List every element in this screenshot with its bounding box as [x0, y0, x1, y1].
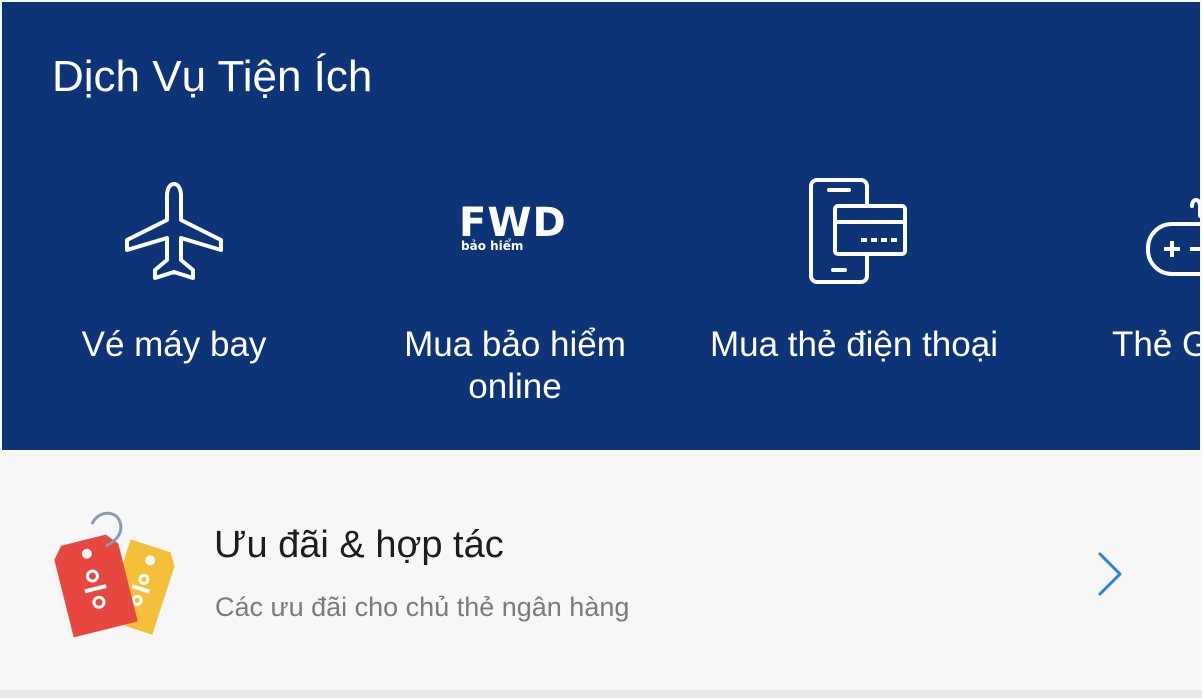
service-label-insurance: Mua bảo hiểm online — [404, 325, 626, 406]
promotions-row[interactable]: Ưu đãi & hợp tác Các ưu đãi cho chủ thẻ … — [2, 450, 1200, 690]
app-screen: Dịch Vụ Tiện Ích Vé máy bay FWD bảo hiểm… — [0, 0, 1202, 698]
service-phone-topup-card[interactable]: Mua thẻ điện thoại — [704, 172, 1004, 432]
service-online-insurance[interactable]: FWD bảo hiểm Mua bảo hiểm online — [365, 172, 665, 432]
phone-card-icon — [704, 172, 1004, 290]
chevron-right-icon[interactable] — [1094, 548, 1124, 600]
service-label-flight: Vé máy bay — [81, 325, 267, 364]
service-flight-tickets[interactable]: Vé máy bay — [24, 172, 324, 432]
services-panel: Dịch Vụ Tiện Ích Vé máy bay FWD bảo hiểm… — [2, 2, 1200, 450]
discount-tags-icon — [54, 508, 184, 640]
service-label-game-card: Thẻ G — [1112, 325, 1200, 364]
service-game-card[interactable]: Thẻ G — [1082, 172, 1200, 432]
fwd-logo: FWD bảo hiểm — [459, 201, 571, 261]
game-controller-icon — [1082, 172, 1200, 290]
fwd-logo-subtext: bảo hiểm — [461, 239, 524, 253]
promo-title: Ưu đãi & hợp tác — [214, 524, 504, 566]
service-label-phone-card: Mua thẻ điện thoại — [710, 325, 998, 364]
services-title: Dịch Vụ Tiện Ích — [52, 52, 373, 101]
promo-subtitle: Các ưu đãi cho chủ thẻ ngân hàng — [215, 592, 630, 622]
airplane-icon — [24, 172, 324, 290]
section-divider — [0, 690, 1202, 698]
